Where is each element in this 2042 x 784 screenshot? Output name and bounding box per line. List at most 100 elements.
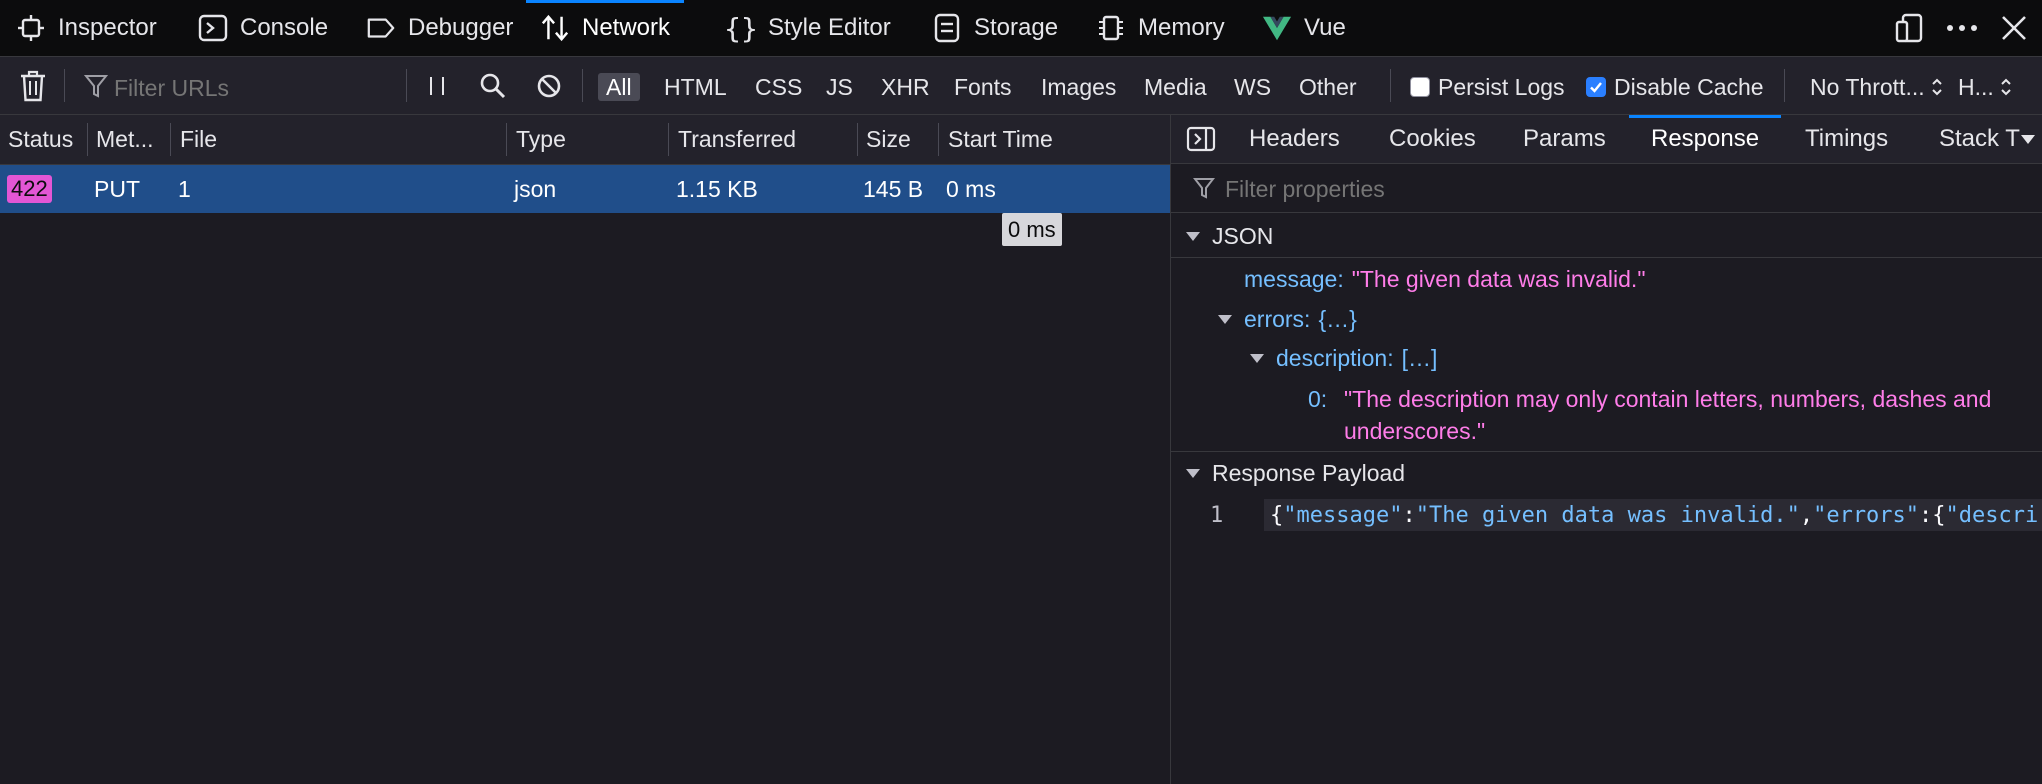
- column-separator[interactable]: [668, 123, 669, 156]
- json-row-item-0[interactable]: 0: "The description may only contain let…: [1308, 383, 1991, 447]
- tab-network[interactable]: Network: [526, 0, 685, 56]
- column-status[interactable]: Status: [8, 115, 73, 164]
- disable-cache-label: Disable Cache: [1614, 73, 1764, 100]
- filter-button-html[interactable]: HTML: [656, 73, 735, 101]
- more-options-icon[interactable]: [1944, 12, 1980, 44]
- filter-button-fonts[interactable]: Fonts: [946, 73, 1020, 101]
- json-value-continued: underscores.": [1344, 418, 1486, 444]
- tab-style-editor[interactable]: {} Style Editor: [724, 0, 891, 56]
- filter-button-js[interactable]: JS: [818, 73, 861, 101]
- json-row-description[interactable]: description: […]: [1250, 343, 1437, 373]
- code-token: ,: [1799, 502, 1814, 528]
- code-token: "The given data was invalid.": [1415, 502, 1800, 528]
- expand-triangle-icon: [1186, 231, 1200, 241]
- tab-response[interactable]: Response: [1628, 115, 1782, 163]
- column-separator[interactable]: [170, 123, 171, 156]
- console-icon: [198, 13, 228, 43]
- tab-timings[interactable]: Timings: [1805, 115, 1888, 163]
- tab-inspector[interactable]: Inspector: [16, 0, 157, 56]
- debugger-icon: [366, 13, 396, 43]
- file-cell: 1: [178, 175, 191, 202]
- checkmark-icon: [1590, 82, 1602, 93]
- column-type[interactable]: Type: [516, 115, 566, 164]
- column-separator[interactable]: [857, 123, 858, 156]
- json-row-message[interactable]: message: "The given data was invalid.": [1244, 264, 1646, 294]
- column-transferred[interactable]: Transferred: [678, 115, 796, 164]
- filter-button-all[interactable]: All: [598, 73, 640, 101]
- tab-cookies[interactable]: Cookies: [1389, 115, 1476, 163]
- filter-button-media[interactable]: Media: [1136, 73, 1215, 101]
- disable-cache-checkbox[interactable]: [1586, 77, 1606, 97]
- har-menu-button[interactable]: H...: [1958, 71, 2012, 103]
- size-cell: 145 B: [863, 175, 924, 202]
- filter-button-other[interactable]: Other: [1291, 73, 1365, 101]
- column-file[interactable]: File: [180, 115, 217, 164]
- json-summary: […]: [1401, 344, 1438, 371]
- filter-button-xhr[interactable]: XHR: [873, 73, 938, 101]
- json-row-errors[interactable]: errors: {…}: [1218, 304, 1357, 334]
- tab-memory[interactable]: Memory: [1096, 0, 1225, 56]
- select-arrows-icon: [1931, 78, 1942, 96]
- search-icon[interactable]: [478, 71, 508, 101]
- block-requests-icon[interactable]: [534, 71, 564, 101]
- disable-cache-toggle[interactable]: Disable Cache: [1586, 71, 1764, 103]
- column-method[interactable]: Met...: [96, 115, 154, 164]
- tab-vue[interactable]: Vue: [1262, 0, 1346, 56]
- vue-icon: [1262, 13, 1292, 43]
- filter-urls-input[interactable]: [112, 71, 396, 105]
- network-toolbar: All HTML CSS JS XHR Fonts Images Media W…: [0, 57, 2042, 115]
- code-token: :{: [1919, 502, 1946, 528]
- filter-button-images[interactable]: Images: [1033, 73, 1124, 101]
- status-badge: 422: [7, 175, 52, 203]
- toolbar-separator: [1390, 69, 1391, 102]
- tab-debugger[interactable]: Debugger: [366, 0, 513, 56]
- select-arrows-icon: [2001, 78, 2011, 96]
- persist-logs-toggle[interactable]: Persist Logs: [1410, 71, 1565, 103]
- responsive-design-icon[interactable]: [1894, 12, 1926, 44]
- toolbar-separator: [64, 69, 65, 102]
- table-row[interactable]: 422 PUT 1 json 1.15 KB 145 B 0 ms: [0, 165, 1170, 213]
- column-size[interactable]: Size: [866, 115, 911, 164]
- transferred-cell: 1.15 KB: [676, 175, 758, 202]
- request-list-header: Status Met... File Type Transferred Size…: [0, 115, 1170, 165]
- chevron-down-icon[interactable]: [2021, 135, 2035, 144]
- json-section-header[interactable]: JSON: [1171, 215, 2042, 257]
- filter-button-ws[interactable]: WS: [1226, 73, 1279, 101]
- code-token: "message": [1283, 502, 1403, 528]
- filter-properties-input[interactable]: [1223, 172, 2007, 206]
- filter-icon: [84, 73, 108, 99]
- column-separator[interactable]: [938, 123, 939, 156]
- column-separator[interactable]: [506, 123, 507, 156]
- tab-params[interactable]: Params: [1523, 115, 1606, 163]
- persist-logs-label: Persist Logs: [1438, 73, 1565, 100]
- clear-requests-icon[interactable]: [18, 69, 48, 103]
- tab-stack-trace[interactable]: Stack T: [1939, 115, 2020, 163]
- tab-storage[interactable]: Storage: [932, 0, 1058, 56]
- column-start-time[interactable]: Start Time: [948, 115, 1053, 164]
- json-key: message:: [1244, 265, 1344, 292]
- section-divider: [1171, 257, 2042, 258]
- type-cell: json: [514, 175, 557, 202]
- toolbar-separator: [406, 69, 407, 102]
- throttling-select[interactable]: No Thrott...: [1810, 71, 1943, 103]
- persist-logs-checkbox[interactable]: [1410, 77, 1430, 97]
- pause-icon[interactable]: [426, 73, 448, 99]
- column-separator[interactable]: [87, 123, 88, 156]
- tab-headers[interactable]: Headers: [1249, 115, 1340, 163]
- payload-code-line[interactable]: { "message" : "The given data was invali…: [1264, 499, 2042, 531]
- tab-label: Debugger: [408, 14, 514, 41]
- filter-icon: [1193, 176, 1215, 200]
- tab-console[interactable]: Console: [198, 0, 328, 56]
- filter-button-css[interactable]: CSS: [747, 73, 810, 101]
- status-cell: 422: [7, 165, 52, 213]
- style-editor-icon: {}: [724, 11, 758, 45]
- json-value: "The given data was invalid.": [1351, 265, 1646, 292]
- code-token: "descri: [1945, 502, 2039, 528]
- throttling-value: No Thrott...: [1810, 73, 1925, 100]
- close-icon[interactable]: [1998, 12, 2030, 44]
- payload-section-header[interactable]: Response Payload: [1171, 452, 2042, 494]
- code-token: {: [1270, 502, 1284, 528]
- toggle-sidebar-icon[interactable]: [1186, 125, 1216, 153]
- tab-label: Console: [240, 14, 329, 41]
- memory-icon: [1096, 13, 1126, 43]
